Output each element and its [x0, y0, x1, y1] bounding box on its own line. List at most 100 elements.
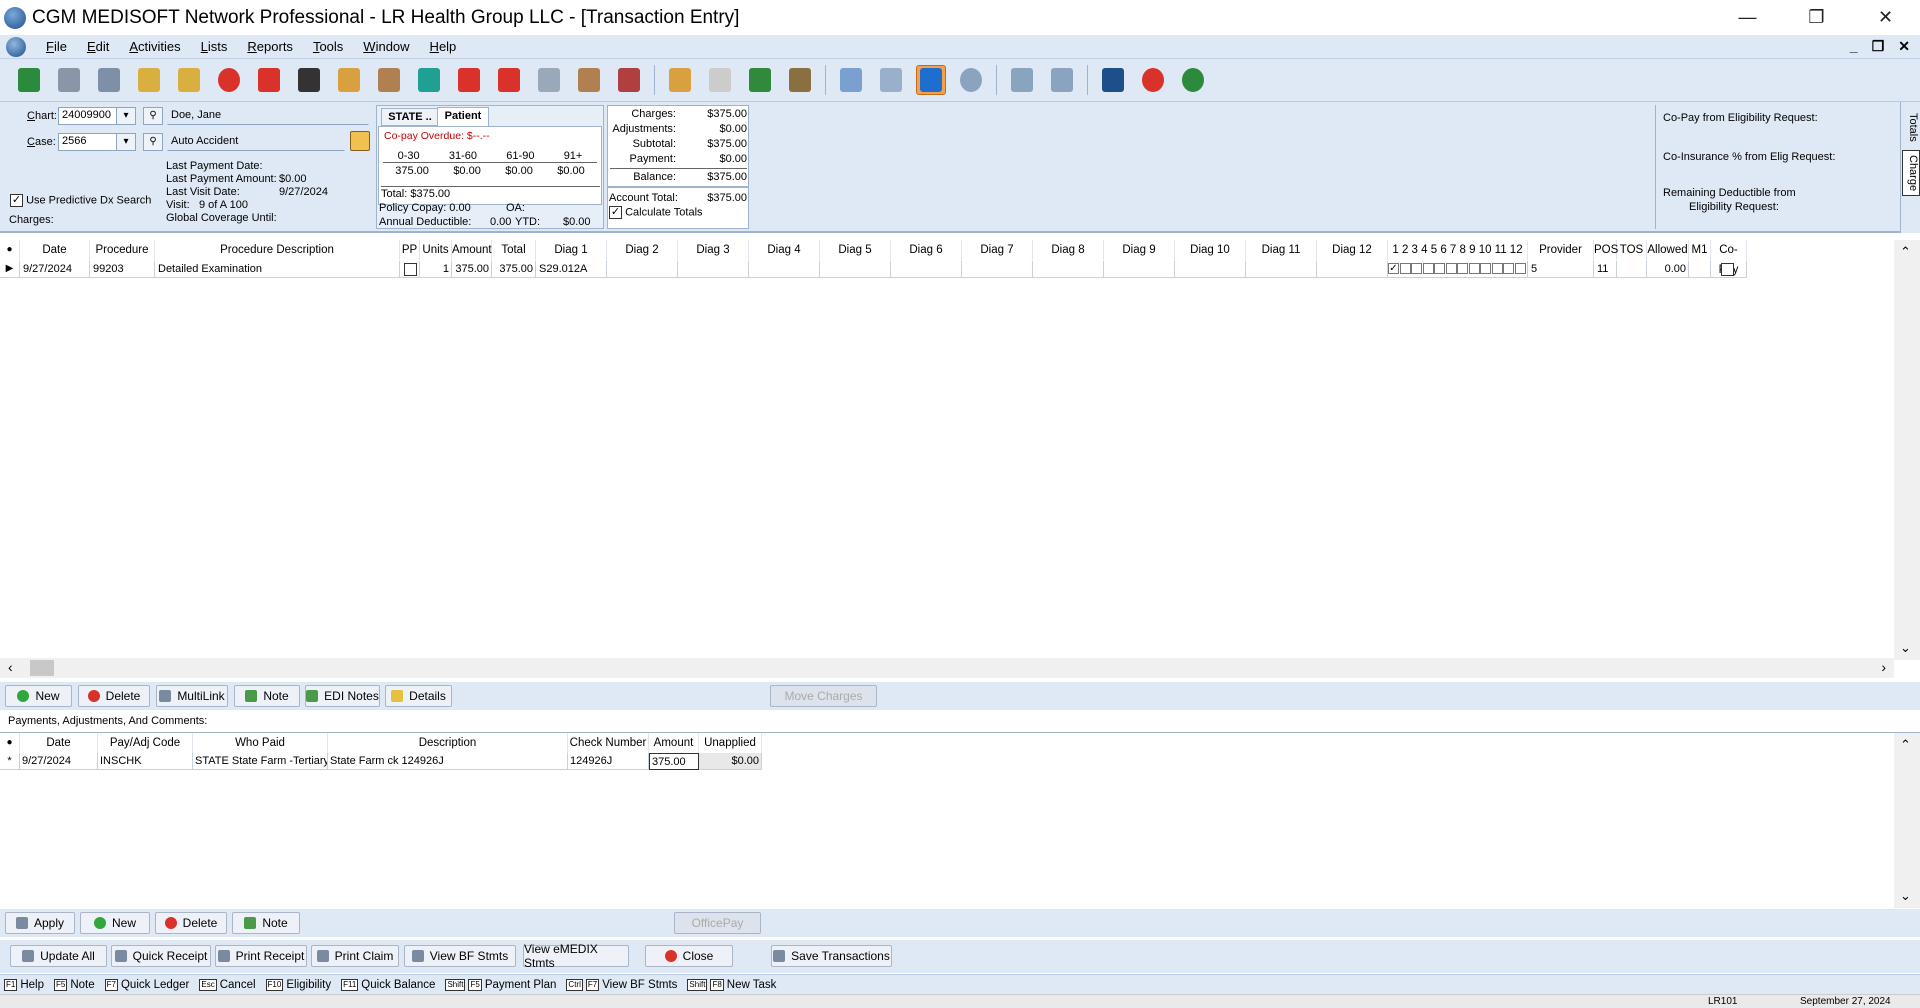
claim-manager-button[interactable] — [54, 65, 84, 95]
fkey-view-bf-stmts[interactable]: Ctrl F7 View BF Stmts — [566, 978, 677, 991]
select-all-icon[interactable]: ● — [0, 733, 20, 753]
document-button[interactable] — [1047, 65, 1077, 95]
column-header[interactable]: Unapplied — [699, 733, 762, 753]
column-header[interactable]: Diag 5 — [820, 240, 891, 260]
charge-date[interactable]: 9/27/2024 — [20, 261, 90, 278]
patients-button[interactable] — [374, 65, 404, 95]
view-bf-stmts-button[interactable]: View BF Stmts — [404, 945, 516, 967]
procedure-codes-button[interactable] — [454, 65, 484, 95]
diag-pointer-checkbox[interactable] — [1399, 263, 1411, 274]
side-tab-charge[interactable]: Charge — [1902, 150, 1920, 196]
move-charges-button[interactable]: Move Charges — [770, 685, 877, 707]
side-tab-totals[interactable]: Totals — [1903, 106, 1919, 148]
collection-list-button[interactable] — [134, 65, 164, 95]
help-button[interactable] — [956, 65, 986, 95]
column-header[interactable]: PP — [400, 240, 420, 260]
menu-lists[interactable]: Lists — [191, 39, 238, 54]
minimize-button[interactable]: — — [1713, 0, 1782, 35]
fkey-new-task[interactable]: Shift F8 New Task — [687, 978, 776, 991]
fkey-payment-plan[interactable]: Shift F5 Payment Plan — [445, 978, 556, 991]
charge-cell[interactable] — [962, 261, 1033, 278]
charges-horizontal-scrollbar[interactable]: ‹ › — [0, 658, 1894, 678]
payment-unapplied[interactable]: $0.00 — [699, 753, 762, 770]
charge-cell[interactable] — [1175, 261, 1246, 278]
column-header[interactable]: Check Number — [568, 733, 649, 753]
column-header[interactable]: Procedure — [90, 240, 155, 260]
fkey-note[interactable]: F5 Note — [54, 978, 95, 991]
fkey-cancel[interactable]: Esc Cancel — [199, 978, 256, 991]
cgm-button[interactable] — [1138, 65, 1168, 95]
charge-amount[interactable]: 375.00 — [452, 261, 492, 278]
payment-code[interactable]: INSCHK — [98, 753, 193, 770]
tab-patient[interactable]: Patient — [437, 107, 489, 126]
column-header[interactable]: Diag 2 — [607, 240, 678, 260]
patient-quick-entry-button[interactable] — [334, 65, 364, 95]
column-header[interactable]: Diag 9 — [1104, 240, 1175, 260]
charges-vertical-scrollbar[interactable]: ⌃ ⌄ — [1894, 240, 1920, 660]
payment-desc[interactable]: State Farm ck 124926J — [328, 753, 568, 770]
delete-charge-button[interactable]: Delete — [78, 685, 150, 707]
diag-pointer-checkbox[interactable] — [1514, 263, 1526, 274]
money-button[interactable] — [745, 65, 775, 95]
column-header[interactable]: M1 — [1689, 240, 1711, 260]
menu-reports[interactable]: Reports — [237, 39, 303, 54]
insurance-card-button[interactable] — [414, 65, 444, 95]
column-header[interactable]: Who Paid — [193, 733, 328, 753]
moneybag-button[interactable] — [836, 65, 866, 95]
details-button[interactable]: Details — [385, 685, 452, 707]
column-header[interactable]: Diag 3 — [678, 240, 749, 260]
case-dropdown-icon[interactable]: ▾ — [116, 133, 136, 151]
diag-pointer-checkbox[interactable] — [1411, 263, 1422, 274]
apply-button[interactable]: Apply — [5, 912, 75, 934]
exit-button[interactable] — [1178, 65, 1208, 95]
diag-pointer-checkbox[interactable] — [1503, 263, 1514, 274]
clipboard-button[interactable] — [1098, 65, 1128, 95]
case-edit-icon[interactable] — [350, 131, 370, 151]
column-header[interactable]: 1 2 3 4 5 6 7 8 9 10 11 12 — [1388, 240, 1528, 260]
referring-provider-button[interactable] — [574, 65, 604, 95]
pp-checkbox[interactable] — [404, 263, 417, 276]
diag-pointer-checkbox[interactable] — [1457, 263, 1468, 274]
charge-note-button[interactable]: Note — [234, 685, 300, 707]
column-header[interactable]: Units — [420, 240, 452, 260]
new-payment-button[interactable]: New — [80, 912, 150, 934]
fkey-help[interactable]: F1 Help — [4, 978, 44, 991]
payment-note-button[interactable]: Note — [232, 912, 300, 934]
column-header[interactable]: Diag 8 — [1033, 240, 1104, 260]
menu-activities[interactable]: Activities — [119, 39, 190, 54]
column-header[interactable]: Amount — [649, 733, 699, 753]
traffic-light-button[interactable] — [294, 65, 324, 95]
close-button[interactable]: Close — [645, 945, 733, 967]
multilink-button[interactable]: MultiLink — [156, 685, 228, 707]
fkey-eligibility[interactable]: F10 Eligibility — [265, 978, 331, 991]
column-header[interactable]: Amount — [452, 240, 492, 260]
column-header[interactable]: Allowed — [1647, 240, 1689, 260]
quick-receipt-button[interactable]: Quick Receipt — [111, 945, 211, 967]
calculate-totals-checkbox[interactable]: ✓ Calculate Totals — [609, 206, 703, 219]
charge-cell[interactable] — [891, 261, 962, 278]
attorney-button[interactable] — [705, 65, 735, 95]
diag-pointer-checkbox[interactable] — [1468, 263, 1480, 274]
charge-procedure[interactable]: 99203 — [90, 261, 155, 278]
statement-manager-button[interactable] — [94, 65, 124, 95]
billing-charges-button[interactable] — [614, 65, 644, 95]
column-header[interactable]: Diag 7 — [962, 240, 1033, 260]
deposit-button[interactable] — [785, 65, 815, 95]
tab-state[interactable]: STATE .. — [381, 108, 439, 126]
column-header[interactable]: Description — [328, 733, 568, 753]
charge-cell[interactable] — [607, 261, 678, 278]
edi-notes-button[interactable]: EDI Notes — [305, 685, 380, 707]
scroll-thumb[interactable] — [30, 660, 54, 676]
column-header[interactable]: Diag 1 — [536, 240, 607, 260]
menu-tools[interactable]: Tools — [303, 39, 353, 54]
column-header[interactable]: Date — [20, 733, 98, 753]
charge-allowed[interactable]: 0.00 — [1647, 261, 1689, 278]
case-lookup-icon[interactable]: ⚲ — [143, 133, 163, 151]
mdi-close-button[interactable]: ✕ — [1898, 38, 1910, 55]
select-all-icon[interactable]: ● — [0, 240, 20, 260]
diag-pointer-checkbox[interactable] — [1480, 263, 1491, 274]
column-header[interactable]: Procedure Description — [155, 240, 400, 260]
column-header[interactable]: Total — [492, 240, 536, 260]
charge-cell[interactable] — [1617, 261, 1647, 278]
scroll-down-icon[interactable]: ⌄ — [1900, 888, 1911, 904]
